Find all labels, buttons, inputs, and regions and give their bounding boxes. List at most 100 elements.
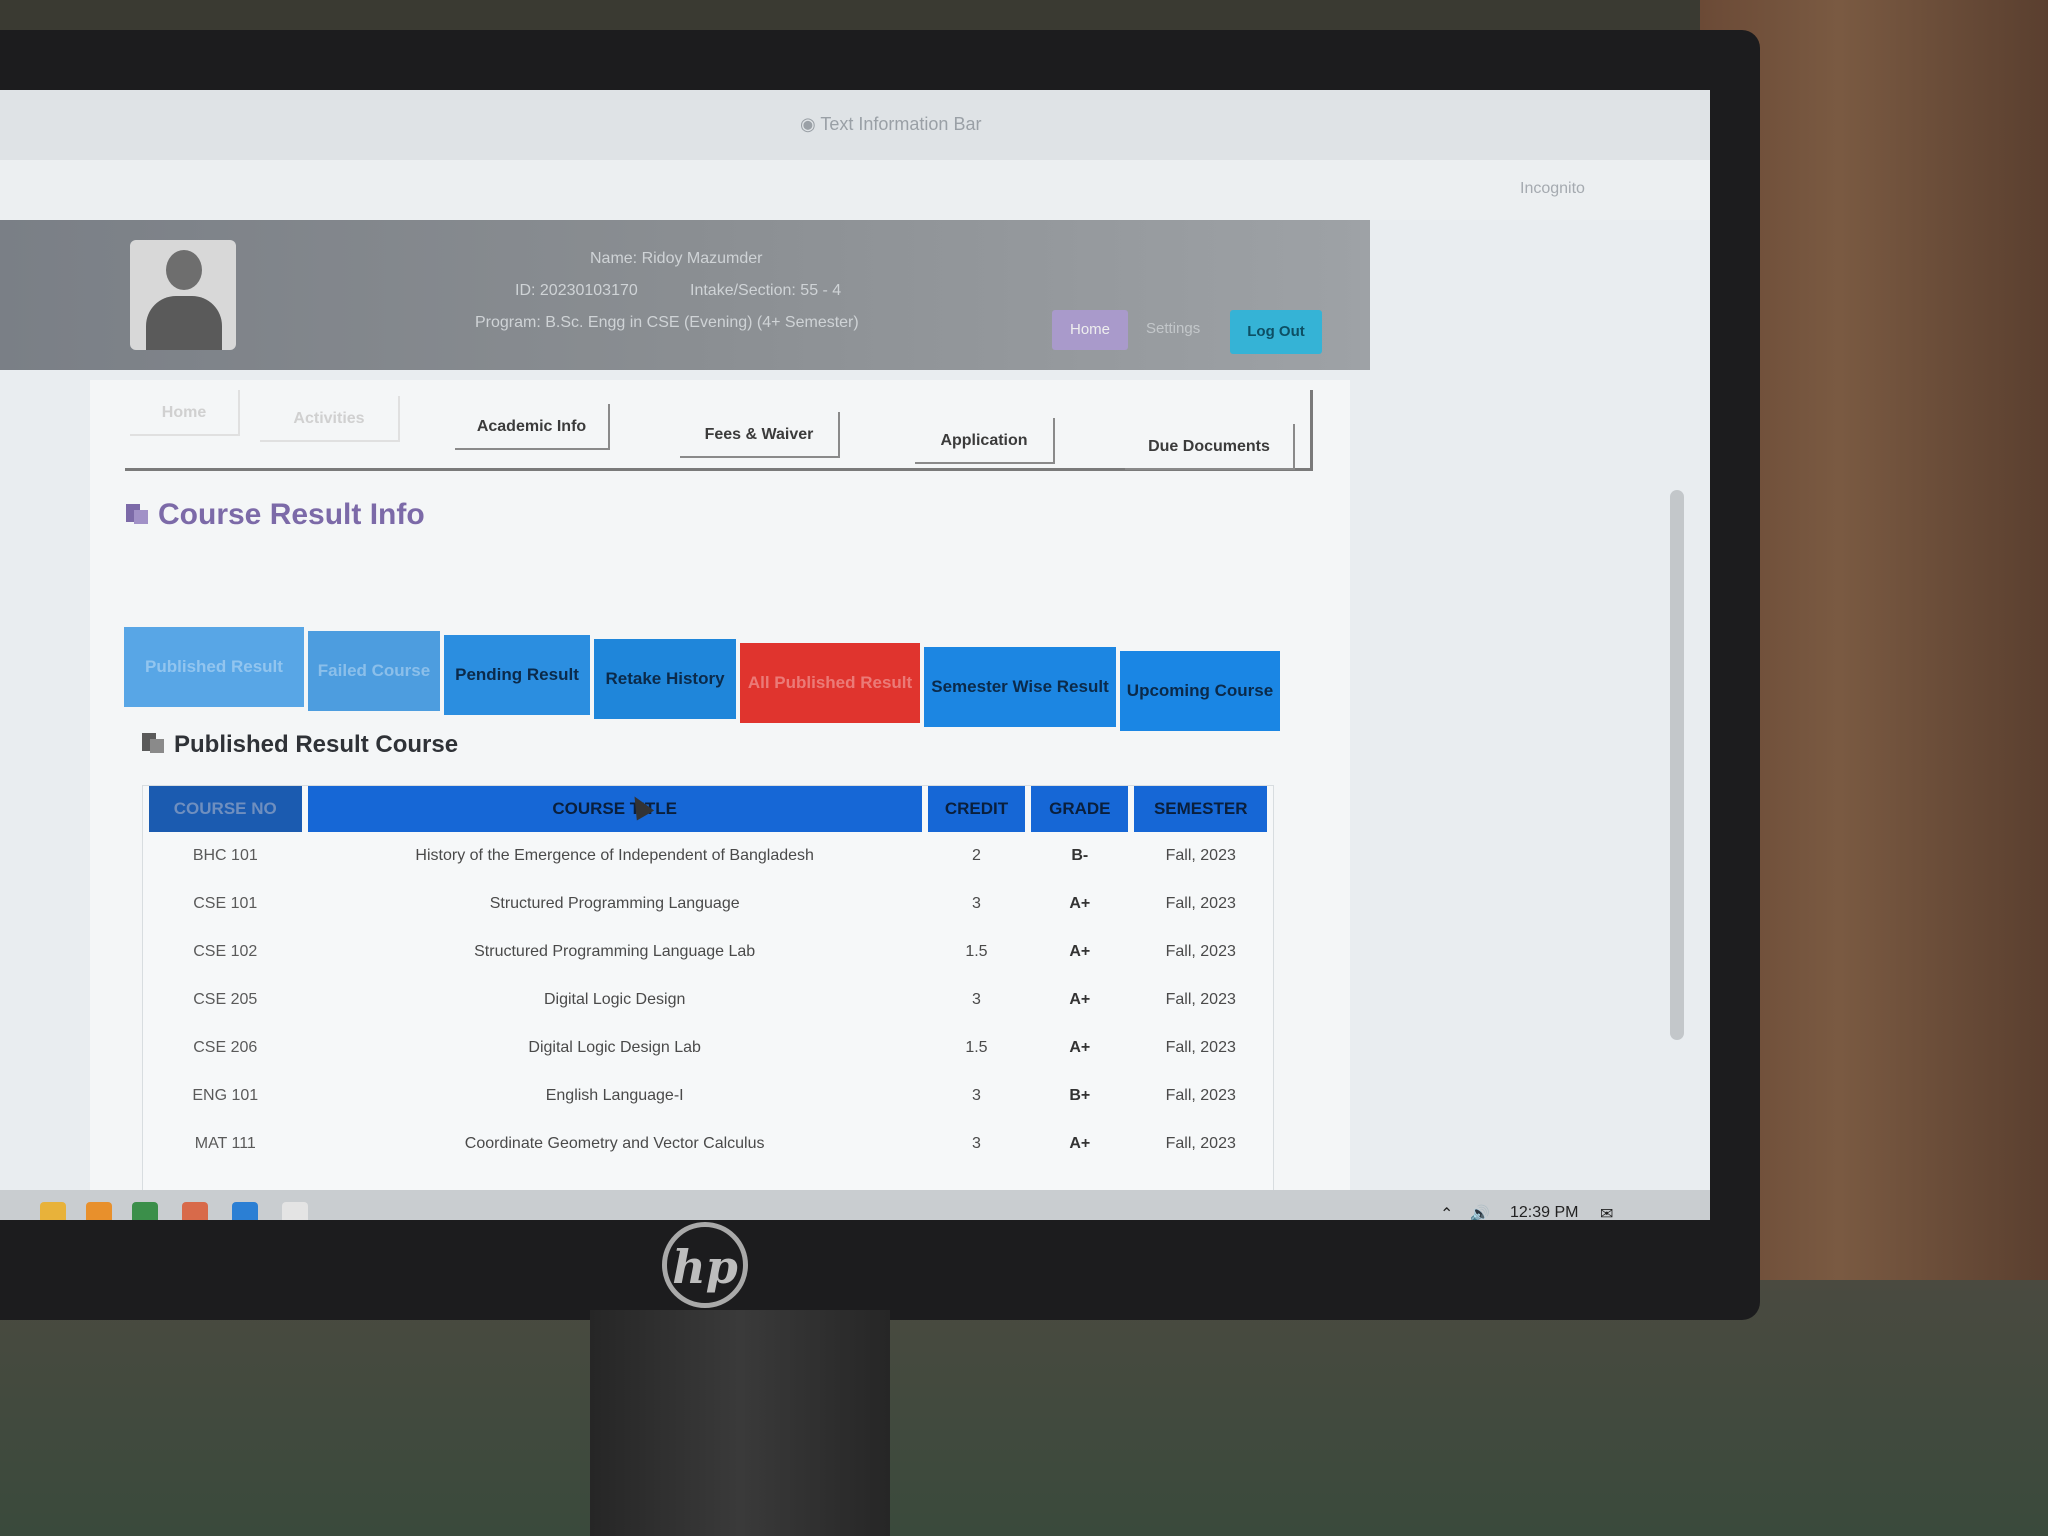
incognito-label[interactable]: Incognito [1520,180,1585,198]
browser-titlebar: ◉ Text Information Bar [0,90,1710,160]
student-id: ID: 20230103170 [515,282,638,299]
section-title: Published Result Course [140,730,458,759]
grade-cell: A+ [1069,1135,1091,1152]
table-row: MAT 111 Coordinate Geometry and Vector Ca… [149,1120,1267,1168]
subtab-semester-wise-result[interactable]: Semester Wise Result [924,647,1116,727]
avatar-body-icon [146,296,222,350]
page-title-text: Course Result Info [158,498,425,531]
result-table: COURSE NO COURSE TITLE CREDIT GRADE SEME… [143,786,1273,1168]
notification-icon[interactable]: ✉ [1600,1204,1613,1220]
subtab-label: Pending Result [455,665,579,684]
course-title-cell: Digital Logic Design [543,991,686,1008]
result-table-container: COURSE NO COURSE TITLE CREDIT GRADE SEME… [142,785,1274,1207]
credit-cell: 1.5 [965,1039,988,1056]
grade-cell: B- [1071,847,1089,864]
table-body: BHC 101 History of the Emergence of Indep… [149,832,1267,1168]
table-row: CSE 205 Digital Logic Design 3 A+ Fall, 2023 [149,976,1267,1024]
top-navigation: Home Activities Academic Info Fees & Wai… [125,390,1313,471]
file-explorer-icon[interactable] [86,1202,112,1220]
vscode-icon[interactable] [232,1202,258,1220]
settings-link[interactable]: Settings [1146,320,1200,337]
credit-cell: 3 [972,1087,981,1104]
credit-cell: 3 [972,1135,981,1152]
col-header-credit: CREDIT [927,786,1026,832]
col-header-grade: GRADE [1031,786,1129,832]
subtab-all-published-result[interactable]: All Published Result [740,643,920,723]
app-icon[interactable] [132,1202,158,1220]
incognito-icon: ◉ [800,114,821,134]
subtab-failed-course[interactable]: Failed Course [308,631,440,711]
content-panel: Home Activities Academic Info Fees & Wai… [90,380,1350,1220]
tab-due-documents[interactable]: Due Documents [1125,424,1295,470]
semester-cell: Fall, 2023 [1165,991,1236,1008]
course-title-cell: History of the Emergence of Independent … [415,847,814,864]
table-row: CSE 206 Digital Logic Design Lab 1.5 A+ Fall… [149,1024,1267,1072]
page-scrollbar[interactable] [1670,490,1684,1040]
subtab-label: Retake History [605,669,725,688]
table-row: CSE 102 Structured Programming Language L… [149,928,1267,976]
browser-toolbar: Incognito [0,160,1710,220]
taskbar: ⌃ 🔊 12:39 PM ✉ [0,1190,1710,1220]
chrome-icon[interactable] [40,1202,66,1220]
browser-tab-title: Text Information Bar [820,114,982,134]
browser-tab[interactable]: ◉ Text Information Bar [800,114,1160,148]
section-title-text: Published Result Course [174,731,459,758]
subtab-label: Semester Wise Result [931,677,1109,696]
semester-cell: Fall, 2023 [1165,943,1236,960]
notepad-icon[interactable] [282,1202,308,1220]
home-button[interactable]: Home [1052,310,1128,350]
logout-button[interactable]: Log Out [1230,310,1322,354]
tab-home[interactable]: Home [130,390,240,436]
tab-activities[interactable]: Activities [260,396,400,442]
col-header-semester: SEMESTER [1134,786,1267,832]
chevron-up-icon[interactable]: ⌃ [1440,1204,1453,1220]
semester-cell: Fall, 2023 [1165,895,1236,912]
course-title-cell: Structured Programming Language [489,895,740,912]
student-name: Name: Ridoy Mazumder [590,250,763,267]
course-title-cell: Digital Logic Design Lab [528,1039,701,1056]
course-no-cell: CSE 102 [193,943,258,960]
tab-application[interactable]: Application [915,418,1055,464]
student-intake: Intake/Section: 55 - 4 [690,282,842,299]
monitor-bezel: ◉ Text Information Bar Incognito Name: R… [0,30,1760,1320]
subtab-retake-history[interactable]: Retake History [594,639,736,719]
clock[interactable]: 12:39 PM [1510,1204,1578,1220]
semester-cell: Fall, 2023 [1165,847,1236,864]
semester-cell: Fall, 2023 [1165,1135,1236,1152]
result-icon [142,733,164,753]
result-icon [126,504,148,524]
subtab-upcoming-course[interactable]: Upcoming Course [1120,651,1280,731]
screen: ◉ Text Information Bar Incognito Name: R… [0,90,1710,1220]
col-header-course-title: COURSE TITLE [307,786,922,832]
tab-fees-waiver[interactable]: Fees & Waiver [680,412,840,458]
col-header-course-no: COURSE NO [149,786,302,832]
credit-cell: 3 [972,895,981,912]
student-header: Name: Ridoy Mazumder ID: 20230103170 Int… [0,220,1370,370]
tab-academic-info[interactable]: Academic Info [455,404,610,450]
subtab-label: Failed Course [317,661,431,680]
credit-cell: 1.5 [965,943,988,960]
grade-cell: A+ [1069,895,1091,912]
table-row: CSE 101 Structured Programming Language 3 A… [149,880,1267,928]
course-title-cell: Coordinate Geometry and Vector Calculus [464,1135,765,1152]
table-row: ENG 101 English Language-I 3 B+ Fall, 2023 [149,1072,1267,1120]
subtab-pending-result[interactable]: Pending Result [444,635,590,715]
avatar [130,240,236,350]
browser-icon[interactable] [182,1202,208,1220]
volume-icon[interactable]: 🔊 [1470,1204,1490,1220]
course-no-cell: ENG 101 [192,1087,259,1104]
course-no-cell: CSE 205 [193,991,258,1008]
course-no-cell: MAT 111 [194,1135,256,1152]
subtab-label: Published Result [145,657,283,676]
semester-cell: Fall, 2023 [1165,1039,1236,1056]
credit-cell: 2 [972,847,981,864]
course-title-cell: English Language-I [545,1087,684,1104]
grade-cell: A+ [1069,991,1091,1008]
avatar-head-icon [166,250,202,290]
hp-logo: hp [662,1222,748,1308]
subtab-published-result[interactable]: Published Result [124,627,304,707]
course-no-cell: BHC 101 [192,847,258,864]
semester-cell: Fall, 2023 [1165,1087,1236,1104]
subtab-label: Upcoming Course [1126,681,1274,700]
subtab-label: All Published Result [747,673,913,692]
